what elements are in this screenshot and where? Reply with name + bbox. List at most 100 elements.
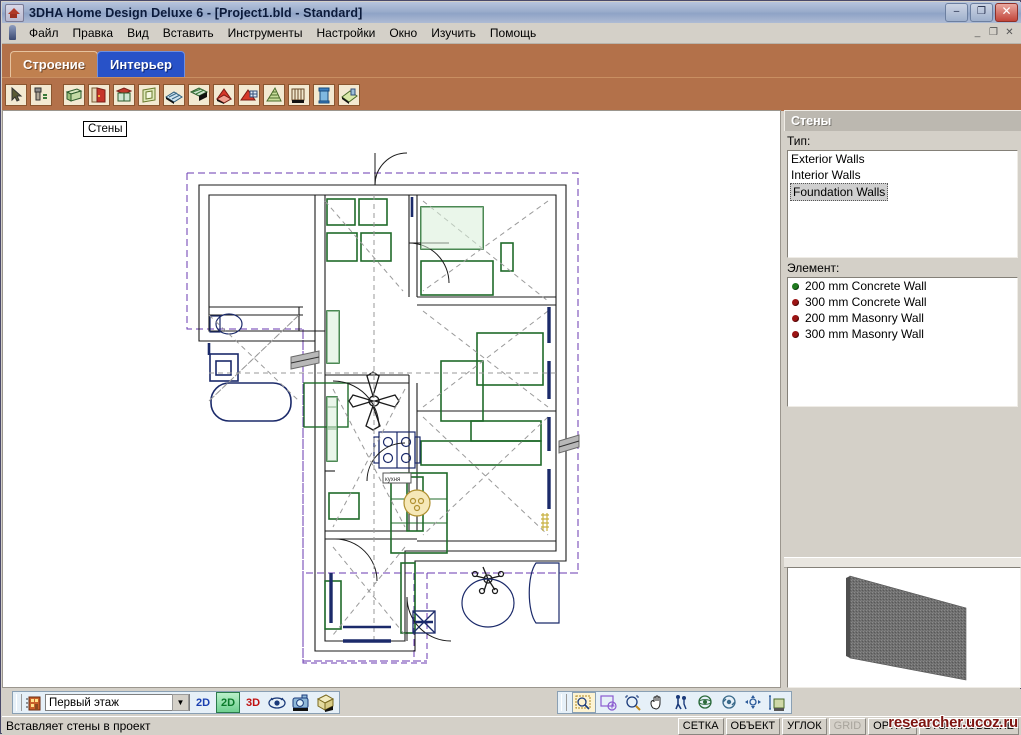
list-item-200mm-concrete-wall[interactable]: 200 mm Concrete Wall (788, 278, 1017, 294)
roof-icon[interactable] (213, 83, 235, 106)
maximize-glyph: ❐ (977, 6, 986, 17)
elevation-icon[interactable] (766, 693, 788, 712)
menu-file[interactable]: Файл (22, 24, 66, 42)
zoom-extents-icon[interactable] (598, 693, 620, 712)
window-icon[interactable] (113, 83, 135, 106)
toolbar-gripper[interactable] (16, 694, 22, 711)
door-icon[interactable] (88, 83, 110, 106)
chevron-down-icon[interactable]: ▼ (172, 694, 189, 711)
toolbar-gripper[interactable] (561, 694, 567, 711)
walk-icon[interactable] (670, 693, 692, 712)
opening-icon[interactable] (138, 83, 160, 106)
status-bullet-icon (792, 314, 799, 322)
list-item-interior-walls[interactable]: Interior Walls (788, 167, 1017, 183)
building-icon[interactable] (25, 694, 43, 712)
concrete-wall-3d-preview[interactable] (787, 567, 1021, 688)
mdi-restore-button[interactable]: ❐ (986, 26, 1001, 40)
move-view-icon[interactable] (742, 693, 764, 712)
close-button[interactable]: ✕ (995, 3, 1018, 22)
menu-insert[interactable]: Вставить (156, 24, 221, 42)
floor-icon[interactable] (163, 83, 185, 106)
house-icon (5, 3, 24, 22)
roof-edge-icon[interactable] (238, 83, 260, 106)
pan-hand-icon[interactable] (646, 693, 668, 712)
panel-header: Стены (784, 110, 1021, 131)
watermark: researcher.ucoz.ru (888, 714, 1018, 731)
wall-icon[interactable] (63, 83, 85, 106)
element-label-text: 300 mm Masonry Wall (805, 327, 924, 341)
menu-tools[interactable]: Инструменты (221, 24, 310, 42)
list-item-foundation-walls[interactable]: Foundation Walls (790, 183, 889, 201)
orbit-icon[interactable] (694, 693, 716, 712)
status-cell-grid[interactable]: GRID (828, 717, 867, 735)
close-icon: ✕ (1001, 4, 1012, 18)
mdi-minimize-button[interactable]: _ (970, 26, 985, 40)
status-bar: Вставляет стены в проект СЕТКА ОБЪЕКТ УГ… (2, 716, 1021, 735)
railing-icon[interactable] (288, 83, 310, 106)
status-cell-uglok[interactable]: УГЛОК (782, 717, 827, 735)
list-item-200mm-masonry-wall[interactable]: 200 mm Masonry Wall (788, 310, 1017, 326)
navigation-toolbar (557, 691, 792, 714)
status-cell-setka[interactable]: СЕТКА (677, 717, 724, 735)
list-item-300mm-masonry-wall[interactable]: 300 mm Masonry Wall (788, 326, 1017, 342)
list-item-300mm-concrete-wall[interactable]: 300 mm Concrete Wall (788, 294, 1017, 310)
assistant-icon[interactable] (4, 24, 22, 42)
window-title: 3DHA Home Design Deluxe 6 - [Project1.bl… (29, 5, 363, 20)
stairs-icon[interactable] (263, 83, 285, 106)
bottom-toolbars: Первый этаж ▼ 2D 2D 3D (2, 689, 1021, 716)
menu-edit[interactable]: Правка (66, 24, 121, 42)
zoom-in-out-icon[interactable] (622, 693, 644, 712)
cube-view-icon[interactable] (314, 693, 336, 712)
zoom-window-icon[interactable] (572, 692, 596, 713)
mdi-window-controls: _ ❐ ✕ (970, 26, 1021, 40)
window-controls: – ❐ ✕ (945, 3, 1021, 22)
element-label-text: 200 mm Masonry Wall (805, 311, 924, 325)
type-label: Тип: (787, 134, 811, 148)
status-message: Вставляет стены в проект (6, 719, 151, 733)
minimize-glyph: – (953, 6, 960, 17)
menu-window[interactable]: Окно (382, 24, 424, 42)
view-2d-color-button[interactable]: 2D (216, 692, 240, 713)
rotate-view-icon[interactable] (718, 693, 740, 712)
eye-walkthrough-icon[interactable] (266, 693, 288, 712)
minimize-button[interactable]: – (945, 3, 968, 22)
element-label: Элемент: (787, 261, 840, 275)
wall-type-listbox[interactable]: Exterior Walls Interior Walls Foundation… (787, 150, 1018, 258)
view-3d-button[interactable]: 3D (242, 693, 264, 712)
status-bullet-icon (792, 330, 799, 338)
select-arrow-icon[interactable] (5, 83, 27, 106)
floor-select-value: Первый этаж (49, 696, 119, 709)
menu-view[interactable]: Вид (120, 24, 156, 42)
tab-interier[interactable]: Интерьер (97, 51, 185, 77)
status-bullet-icon (792, 298, 799, 306)
status-bullet-icon (792, 282, 799, 290)
svg-text:кухня: кухня (385, 477, 400, 483)
wall-element-listbox[interactable]: 200 mm Concrete Wall 300 mm Concrete Wal… (787, 277, 1018, 407)
menu-help[interactable]: Помощь (483, 24, 543, 42)
floor-select[interactable]: Первый этаж ▼ (45, 694, 190, 711)
maximize-button[interactable]: ❐ (970, 3, 993, 22)
menu-settings[interactable]: Настройки (309, 24, 382, 42)
list-item-exterior-walls[interactable]: Exterior Walls (788, 151, 1017, 167)
mdi-close-button[interactable]: ✕ (1002, 26, 1017, 40)
column-icon[interactable] (313, 83, 335, 106)
title-bar: 3DHA Home Design Deluxe 6 - [Project1.bl… (2, 2, 1021, 24)
tab-stroenie[interactable]: Строение (10, 51, 98, 77)
floor-plan-drawing: кухня (3, 111, 780, 687)
view-2d-plan-button[interactable]: 2D (192, 693, 214, 712)
application-window: 3DHA Home Design Deluxe 6 - [Project1.bl… (0, 0, 1021, 735)
floating-tool-label: Стены (83, 121, 128, 137)
main-toolbar (2, 77, 1021, 111)
menu-learn[interactable]: Изучить (424, 24, 483, 42)
deck-icon[interactable] (338, 83, 360, 106)
floor-plan-canvas[interactable]: кухня Стены (2, 110, 781, 688)
element-label-text: 300 mm Concrete Wall (805, 295, 927, 309)
category-tab-strip: Строение Интерьер (2, 44, 1021, 77)
status-cell-obiekt[interactable]: ОБЪЕКТ (725, 717, 781, 735)
floor-view-toolbar: Первый этаж ▼ 2D 2D 3D (12, 691, 340, 714)
element-label-text: 200 mm Concrete Wall (805, 279, 927, 293)
paint-spray-icon[interactable] (30, 83, 52, 106)
camera-icon[interactable] (290, 693, 312, 712)
ceiling-icon[interactable] (188, 83, 210, 106)
menu-bar: Файл Правка Вид Вставить Инструменты Нас… (2, 23, 1021, 44)
